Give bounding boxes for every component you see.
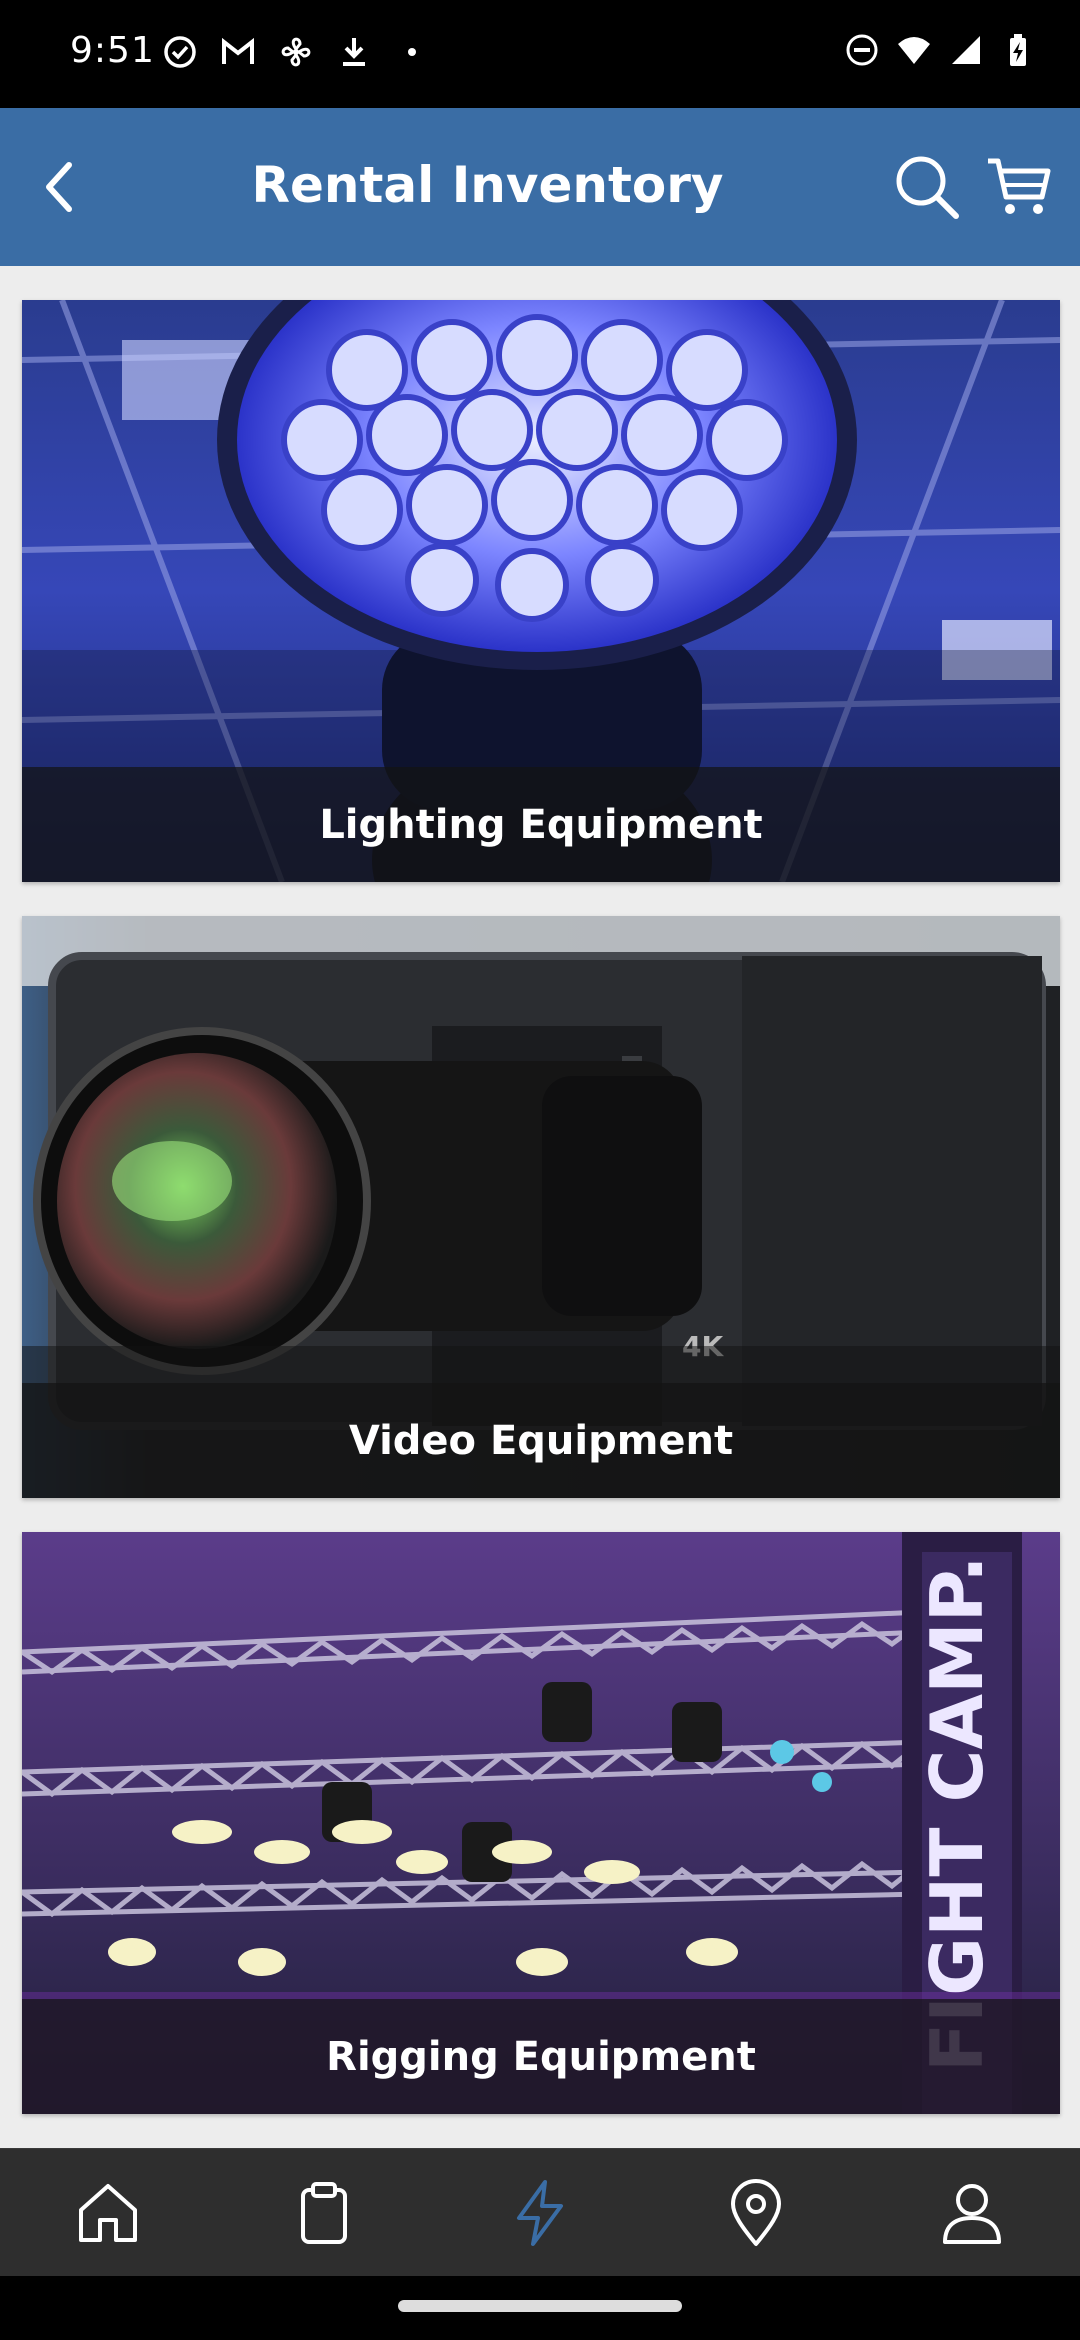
card-caption: Video Equipment: [22, 1383, 1060, 1498]
check-circle-icon: [164, 36, 196, 68]
clipboard-icon: [301, 2182, 347, 2244]
category-card-rigging[interactable]: FIGHT CAMP. Rigging Equipment: [22, 1532, 1060, 2114]
wifi-icon: [898, 37, 930, 64]
gmail-icon: [222, 37, 254, 64]
nav-quick-rent[interactable]: [498, 2171, 582, 2255]
page-title: Rental Inventory: [251, 156, 724, 214]
search-button[interactable]: [888, 148, 966, 226]
home-icon: [79, 2184, 137, 2242]
location-pin-icon: [731, 2179, 781, 2246]
bottom-navigation: [0, 2148, 1080, 2276]
status-system-icons: [844, 32, 1036, 68]
person-icon: [943, 2184, 1001, 2244]
app-bar: Rental Inventory: [0, 108, 1080, 266]
nav-location[interactable]: [714, 2171, 798, 2255]
category-card-lighting[interactable]: Lighting Equipment: [22, 300, 1060, 882]
download-icon: [343, 38, 365, 66]
nav-orders[interactable]: [282, 2171, 366, 2255]
category-label: Rigging Equipment: [326, 2033, 756, 2080]
card-caption: Lighting Equipment: [22, 767, 1060, 882]
cart-button[interactable]: [978, 148, 1058, 226]
status-time: 9:51: [70, 30, 155, 71]
battery-charging-icon: [1010, 34, 1026, 66]
card-caption: Rigging Equipment: [22, 1999, 1060, 2114]
dot-icon: [408, 48, 416, 56]
do-not-disturb-icon: [846, 34, 878, 66]
lightning-icon: [517, 2180, 563, 2246]
category-label: Lighting Equipment: [319, 801, 763, 848]
status-bar: 9:51: [0, 0, 1080, 108]
gesture-navigation-area: [0, 2276, 1080, 2340]
home-gesture-handle[interactable]: [398, 2300, 682, 2312]
status-notification-icons: [162, 34, 430, 70]
fan-icon: [281, 37, 311, 67]
category-card-video[interactable]: 4K Video Equipment: [22, 916, 1060, 1498]
nav-home[interactable]: [66, 2171, 150, 2255]
signal-icon: [952, 36, 980, 64]
category-label: Video Equipment: [348, 1417, 734, 1464]
cart-icon: [988, 158, 1051, 214]
nav-account[interactable]: [930, 2171, 1014, 2255]
search-icon: [896, 156, 959, 219]
